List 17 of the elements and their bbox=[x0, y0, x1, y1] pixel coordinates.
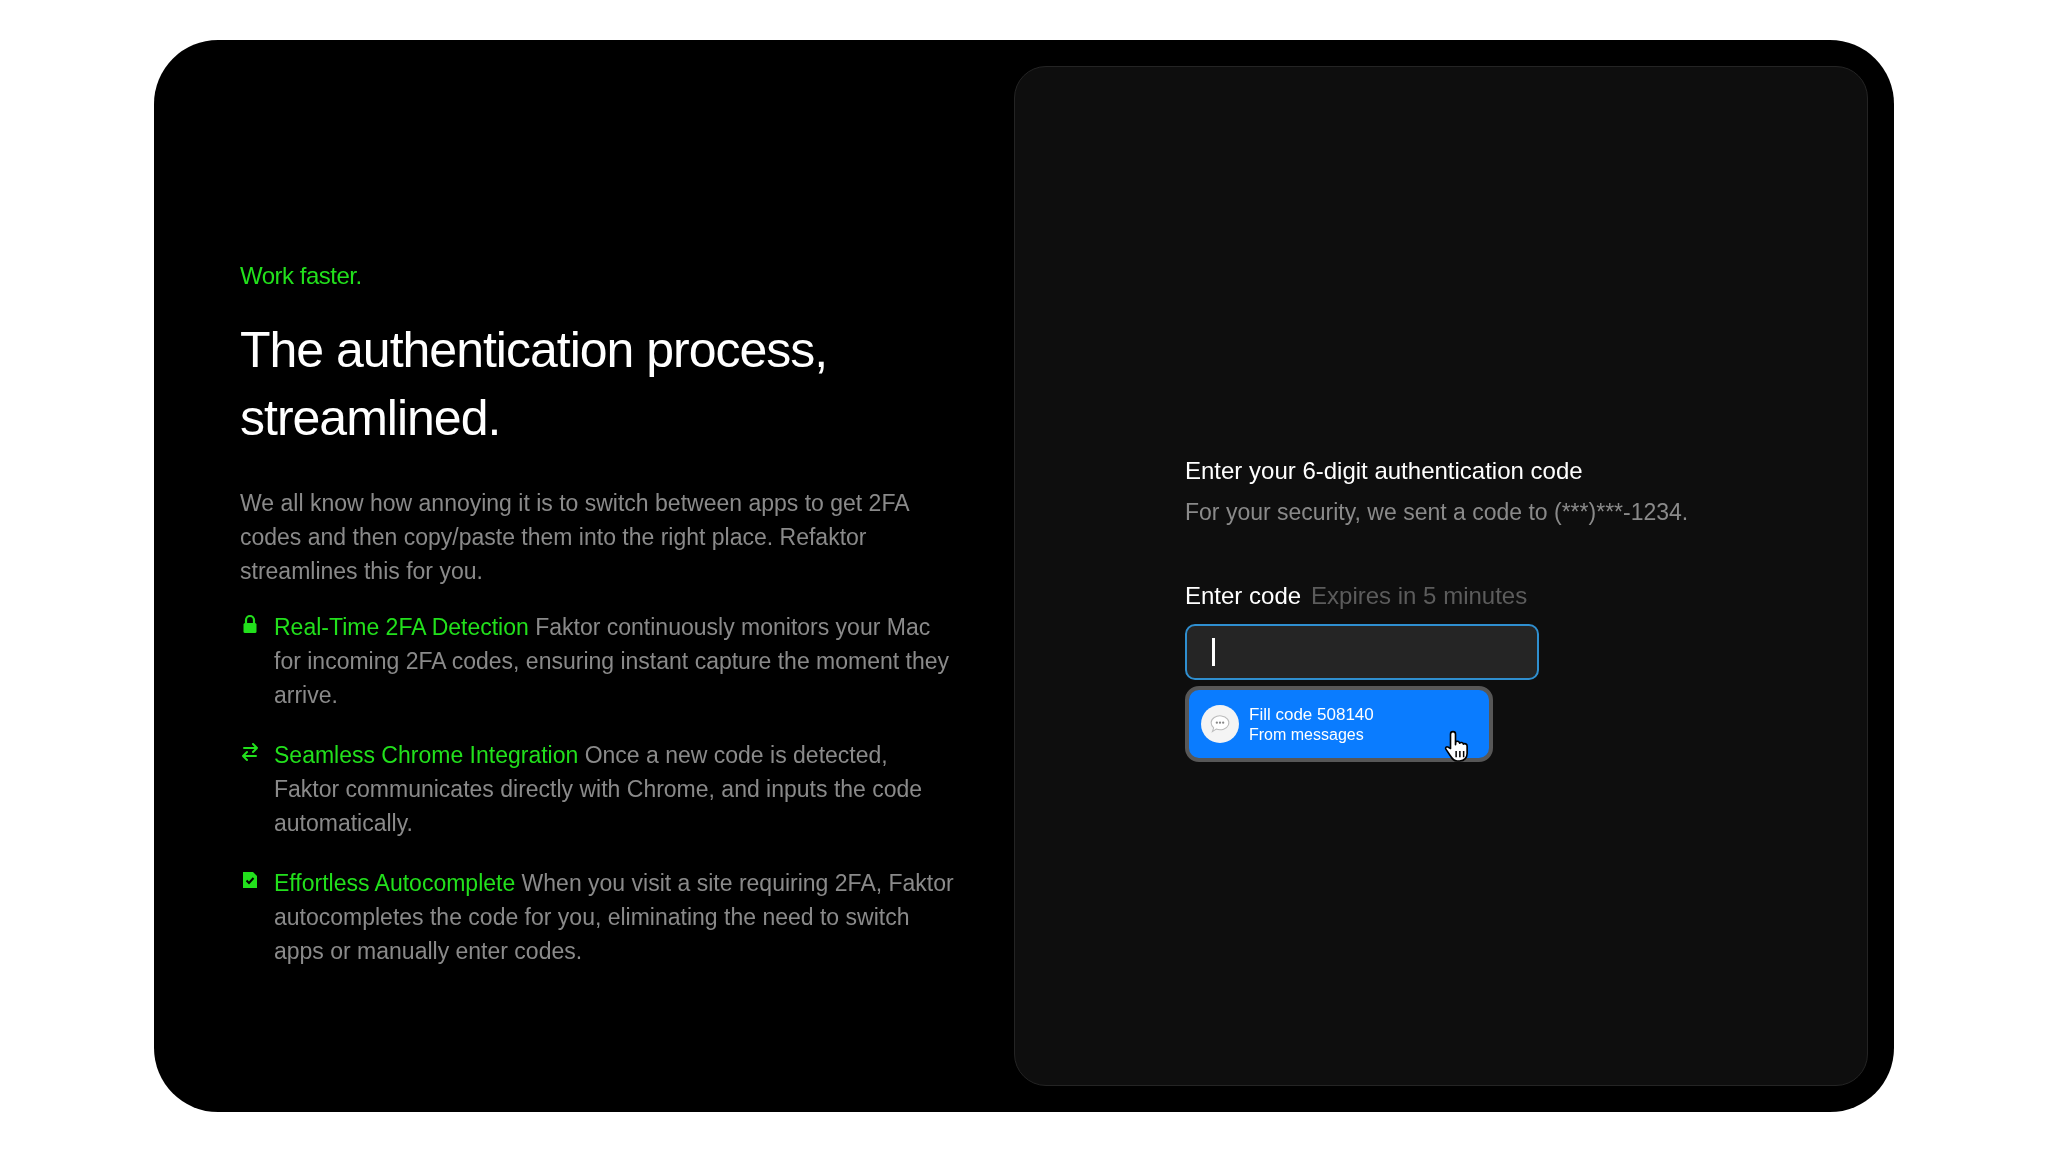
eyebrow-text: Work faster. bbox=[240, 262, 363, 290]
code-input-field[interactable] bbox=[1185, 624, 1539, 680]
heading: The authentication process, streamlined. bbox=[240, 321, 829, 448]
message-bubble-icon bbox=[1201, 705, 1239, 743]
form-title: Enter your 6-digit authentication code bbox=[1185, 457, 1584, 485]
description: We all know how annoying it is to switch between apps to get 2FA codes and then copy/paste them into the right place. Refaktor streamlines this for you. bbox=[240, 489, 910, 586]
text-caret bbox=[1212, 638, 1215, 666]
form-subtitle: For your security, we sent a code to (***)***-1234. bbox=[1185, 499, 1690, 526]
swap-arrows-icon bbox=[240, 742, 260, 762]
feature-description: Real-Time 2FA Detection Faktor continuously monitors your Mac for incoming 2FA codes, ensuring instant capture the moment they arrive. bbox=[274, 613, 951, 710]
expiry-hint: Expires in 5 minutes bbox=[1311, 582, 1528, 610]
feature-description: Effortless Autocomplete When you visit a site requiring 2FA, Faktor autocompletes the code for you, eliminating the need to switch apps or manually enter codes. bbox=[274, 869, 954, 966]
fill-code-suggestion[interactable]: Fill code 508140 From messages bbox=[1185, 686, 1493, 762]
feature-description: Seamless Chrome Integration Once a new code is detected, Faktor communicates directly with Chrome, and inputs the code automatically. bbox=[274, 741, 924, 838]
code-label: Enter code bbox=[1185, 582, 1302, 610]
lock-icon bbox=[240, 614, 260, 634]
checked-file-icon bbox=[240, 870, 260, 890]
